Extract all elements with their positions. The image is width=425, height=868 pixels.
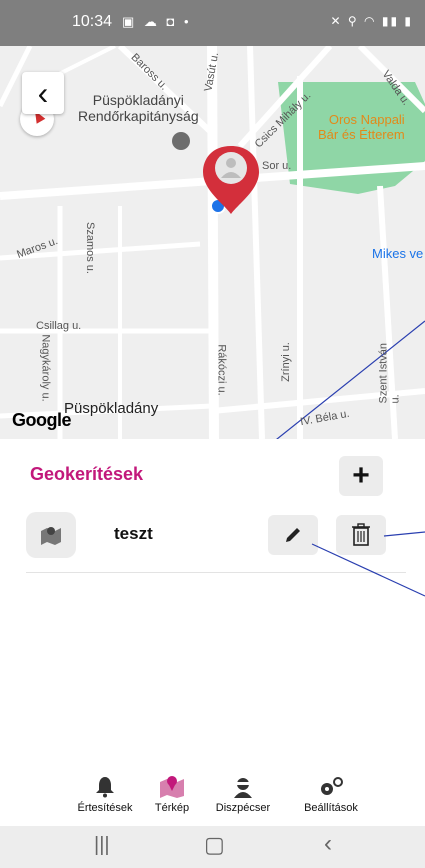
tab-settings[interactable]: Beállítások — [286, 770, 376, 814]
map-label-szamos: Szamos u. — [83, 222, 96, 274]
map-icon — [160, 776, 184, 798]
home-button[interactable]: ▢ — [204, 832, 225, 858]
add-geofence-button[interactable]: + — [339, 456, 383, 496]
map-view[interactable]: ‹ Püspökladányi Rendőrkapitányság Oros N… — [0, 46, 425, 439]
map-label-police: Püspökladányi Rendőrkapitányság — [78, 92, 199, 124]
bell-icon — [96, 777, 114, 798]
google-logo: Google — [12, 410, 72, 430]
tab-bar: Értesítések Térkép Diszpécser Beállításo… — [0, 770, 425, 820]
map-label-zrinyi: Zrínyi u. — [279, 342, 292, 382]
map-label-restaurant: Oros Nappali Bár és Étterem — [318, 112, 405, 142]
map-label-csillag: Csillag u. — [36, 320, 82, 332]
panel-title: Geokerítések — [30, 464, 144, 484]
map-label-szentistvan: Szent István u. — [377, 342, 402, 404]
status-system-icons: ✕ ⚲ ◠ ▮▮ ▮ — [330, 14, 413, 28]
status-time: 10:34 — [72, 13, 113, 30]
back-button[interactable]: ‹ — [22, 72, 64, 114]
gears-icon — [321, 777, 343, 795]
status-notification-icons: ▣ ☁ ◘ • — [122, 14, 192, 29]
tab-settings-label: Beállítások — [304, 802, 358, 814]
status-bar: 10:34 ▣ ☁ ◘ • ✕ ⚲ ◠ ▮▮ ▮ — [0, 0, 425, 46]
map-label-town: Püspökladány — [64, 400, 159, 417]
recent-apps-button[interactable]: ||| — [94, 834, 110, 857]
tab-dispatcher[interactable]: Diszpécser — [198, 770, 288, 814]
map-label-mikes: Mikes ve — [372, 246, 424, 261]
plus-icon: + — [352, 459, 370, 492]
map-label-rakoczi: Rákóczi u. — [215, 344, 228, 396]
map-label-nagykaroly: Nagykároly u. — [39, 334, 52, 402]
map-label-sor: Sor u. — [262, 160, 292, 172]
annotation-lines — [311, 531, 425, 597]
police-marker — [172, 132, 190, 150]
back-nav-button[interactable]: ‹ — [324, 830, 332, 858]
system-nav-bar: ||| ▢ ‹ — [0, 826, 425, 868]
dispatcher-icon — [234, 778, 252, 798]
tab-dispatcher-label: Diszpécser — [215, 802, 271, 814]
